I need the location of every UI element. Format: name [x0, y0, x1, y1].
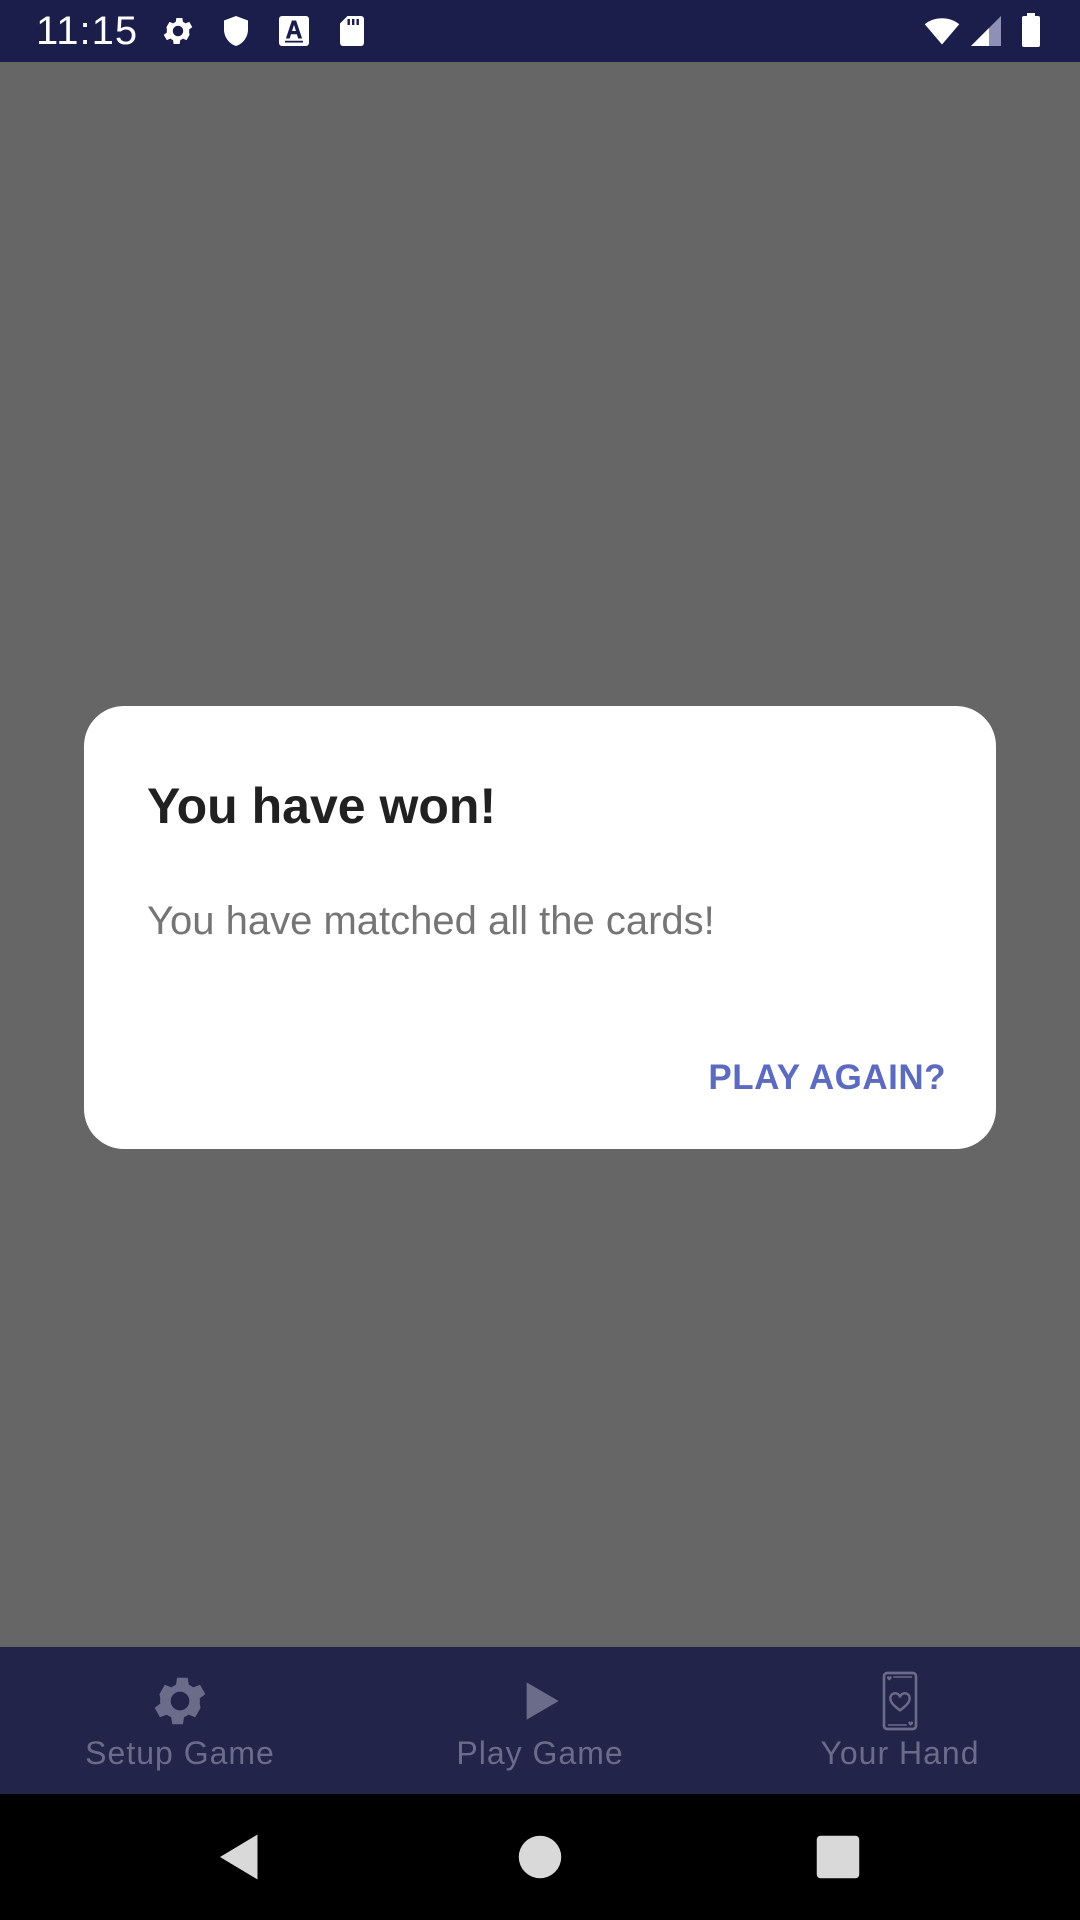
status-bar: 11:15 — [0, 0, 1080, 62]
card-heart-icon — [868, 1669, 932, 1733]
wifi-icon — [920, 13, 964, 49]
win-dialog: You have won! You have matched all the c… — [84, 706, 996, 1149]
settings-icon — [160, 13, 196, 49]
battery-icon — [1014, 13, 1048, 49]
sd-card-icon — [334, 13, 370, 49]
play-icon — [508, 1669, 572, 1733]
play-again-button[interactable]: PLAY AGAIN? — [708, 1056, 946, 1100]
screen: 11:15 You have won! You have matched all… — [0, 0, 1080, 1920]
bottom-navigation: Setup Game Play Game Your Hand — [0, 1647, 1080, 1794]
shield-icon — [218, 13, 254, 49]
nav-label-your-hand: Your Hand — [820, 1735, 980, 1771]
signal-icon — [968, 13, 1004, 49]
nav-item-play-game[interactable]: Play Game — [360, 1647, 720, 1794]
font-a-icon — [276, 13, 312, 49]
system-navigation-bar — [0, 1794, 1080, 1920]
home-icon[interactable] — [510, 1827, 570, 1887]
nav-item-your-hand[interactable]: Your Hand — [720, 1647, 1080, 1794]
status-time: 11:15 — [36, 9, 139, 53]
back-icon[interactable] — [210, 1827, 270, 1887]
nav-label-setup-game: Setup Game — [85, 1735, 275, 1771]
dialog-title: You have won! — [147, 778, 497, 834]
nav-item-setup-game[interactable]: Setup Game — [0, 1647, 360, 1794]
nav-label-play-game: Play Game — [456, 1735, 624, 1771]
dialog-message: You have matched all the cards! — [147, 899, 715, 943]
gear-icon — [148, 1669, 212, 1733]
recents-icon[interactable] — [808, 1827, 868, 1887]
